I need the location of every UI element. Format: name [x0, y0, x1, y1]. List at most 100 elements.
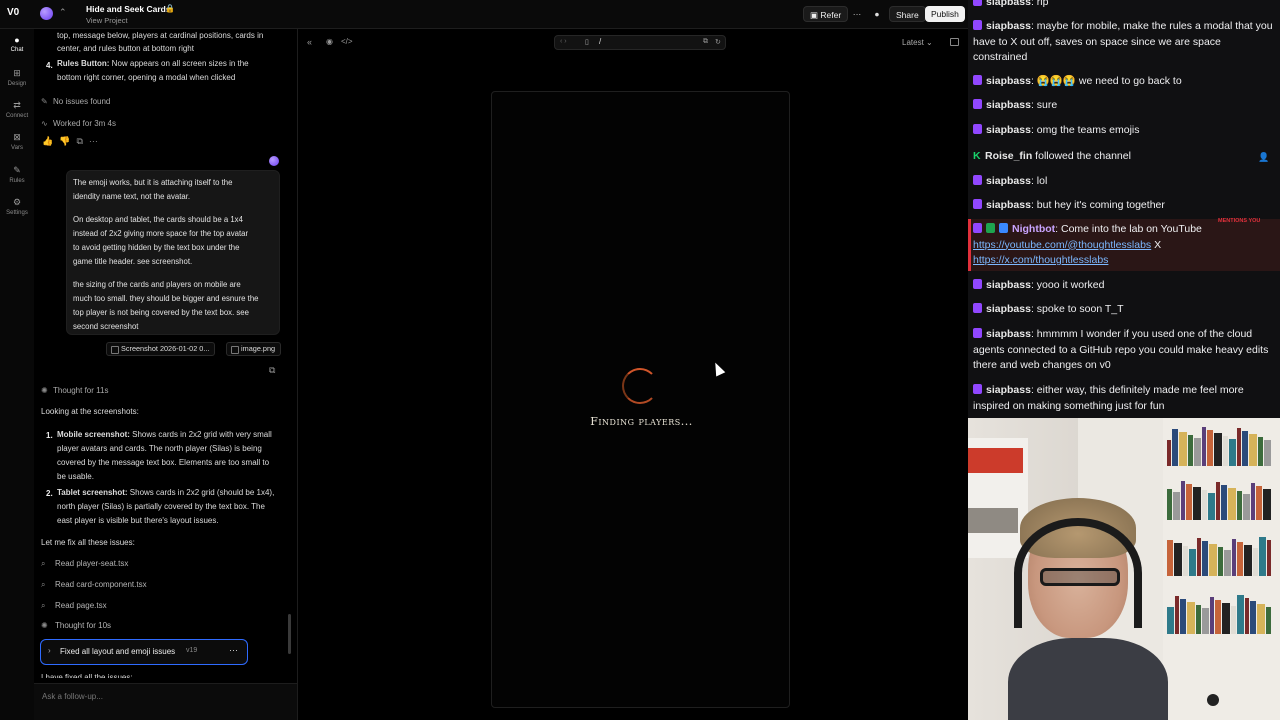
book-spine	[1263, 489, 1271, 520]
copy-icon[interactable]: ⧉	[269, 365, 275, 376]
list-item-title: Mobile screenshot:	[57, 430, 130, 439]
attachment-chip[interactable]: image.png	[226, 342, 282, 356]
layout-icon[interactable]	[950, 38, 959, 46]
assistant-text: Shows cards in 2x2 grid with very small	[132, 430, 272, 439]
preview-url-bar[interactable]: ‹ › ▯ / ⧉ ↻	[554, 35, 726, 50]
worked-for-label: Worked for 3m 4s	[53, 119, 116, 128]
chat-username[interactable]: siapbass	[986, 303, 1031, 315]
publish-button[interactable]: Publish	[925, 6, 965, 22]
code-icon[interactable]: </>	[341, 37, 353, 46]
youtube-link[interactable]: https://youtube.com/@thoughtlesslabs	[973, 239, 1151, 251]
thought-row[interactable]: ✺ Thought for 11s	[41, 386, 108, 395]
thumbs-up-icon[interactable]: 👍	[42, 136, 59, 146]
sub-badge-icon	[973, 0, 982, 6]
refer-label: Refer	[820, 10, 842, 20]
list-item-title: Tablet screenshot:	[57, 488, 128, 497]
book-spine	[1218, 547, 1223, 576]
streamer	[1008, 498, 1168, 720]
chat-username[interactable]: siapbass	[986, 279, 1031, 291]
github-icon[interactable]: ●	[868, 6, 886, 22]
chat-username[interactable]: siapbass	[986, 328, 1031, 340]
stream-chat-panel: siapbass: rip siapbass: maybe for mobile…	[968, 0, 1280, 418]
project-name[interactable]: Hide and Seek Cards	[86, 4, 171, 14]
chat-text: : 😭😭😭 we need to go back to	[1030, 75, 1182, 87]
book-spine	[1186, 484, 1192, 520]
rail-item-rules[interactable]: ✎ Rules	[0, 165, 34, 184]
book-spine	[1266, 607, 1271, 634]
back-forward-icon[interactable]: ‹ ›	[560, 38, 567, 45]
chat-username[interactable]: siapbass	[986, 75, 1031, 87]
sub-badge-icon	[973, 303, 982, 313]
kick-icon: K	[973, 150, 981, 162]
chat-scrollbar[interactable]	[288, 614, 291, 654]
chat-message: siapbass: yooo it worked	[973, 278, 1277, 294]
assistant-text: Shows cards in 2x2 grid (should be 1x4),	[129, 488, 275, 497]
chat-username[interactable]: siapbass	[986, 124, 1031, 136]
chat-username[interactable]: Nightbot	[1012, 223, 1055, 235]
book-spine	[1214, 433, 1222, 466]
preview-panel: « ◉ </> ‹ › ▯ / ⧉ ↻ Latest ⌄ Finding pla…	[298, 29, 968, 720]
tool-read-row[interactable]: ⌕ Read page.tsx	[41, 601, 107, 611]
book-spine	[1237, 542, 1243, 576]
followup-input[interactable]: Ask a follow-up...	[34, 683, 297, 720]
gift-icon: ▣	[810, 10, 821, 20]
book-spine	[1249, 434, 1257, 466]
chat-username[interactable]: siapbass	[986, 175, 1031, 187]
assistant-text: bottom right corner, opening a modal whe…	[57, 73, 236, 82]
chat-username[interactable]: Roise_fin	[985, 150, 1032, 162]
user-text: to avoid getting hidden by the text box …	[73, 243, 240, 252]
book-spine	[1253, 548, 1258, 576]
more-options-icon[interactable]: ···	[848, 6, 866, 22]
chevron-down-icon: ⌄	[926, 38, 933, 47]
refresh-icon[interactable]: ↻	[715, 38, 721, 46]
chat-username[interactable]: siapbass	[986, 0, 1031, 8]
rail-item-chat[interactable]: ● Chat	[0, 35, 34, 53]
attachment-chip[interactable]: Screenshot 2026-01-02 0...	[106, 342, 216, 356]
device-icon[interactable]: ▯	[585, 38, 589, 46]
tool-read-row[interactable]: ⌕ Read card-component.tsx	[41, 580, 147, 590]
version-card[interactable]: › Fixed all layout and emoji issues v19 …	[40, 639, 248, 665]
chat-username[interactable]: siapbass	[986, 99, 1031, 111]
url-path[interactable]: /	[599, 37, 601, 46]
more-icon[interactable]: ···	[229, 645, 238, 655]
chat-username[interactable]: siapbass	[986, 199, 1031, 211]
collapse-icon[interactable]: «	[307, 37, 312, 47]
project-avatar[interactable]	[40, 7, 53, 20]
book-spine	[1202, 427, 1206, 466]
thumbs-down-icon[interactable]: 👎	[59, 136, 76, 146]
thought-row[interactable]: ✺ Thought for 10s	[41, 621, 111, 630]
chat-text: : lol	[1030, 175, 1048, 187]
thought-label: Thought for 11s	[53, 386, 109, 395]
chat-message: siapbass: but hey it's coming together	[973, 198, 1277, 214]
wrench-icon: ✎	[41, 97, 48, 106]
left-nav-rail: ● Chat ⊞ Design ⇄ Connect ⊠ Vars ✎ Rules ⚙ Set…	[0, 29, 34, 720]
book-spine	[1167, 540, 1173, 576]
top-bar: V0 ⌃ Hide and Seek Cards 🔒 View Project …	[0, 0, 968, 29]
view-project-link[interactable]: View Project	[86, 16, 128, 25]
book-spine	[1244, 545, 1252, 576]
tool-read-row[interactable]: ⌕ Read player-seat.tsx	[41, 559, 128, 569]
rail-item-settings[interactable]: ⚙ Settings	[0, 197, 34, 216]
book-spine	[1175, 596, 1179, 634]
x-link[interactable]: https://x.com/thoughtlesslabs	[973, 254, 1108, 266]
refer-button[interactable]: ▣ Refer	[803, 6, 849, 22]
version-dropdown[interactable]: Latest ⌄	[902, 38, 933, 47]
sub-badge-icon	[973, 384, 982, 394]
design-icon: ⊞	[13, 68, 21, 78]
chat-username[interactable]: siapbass	[986, 20, 1031, 32]
user-text: top player is not being covered by the t…	[73, 308, 249, 317]
more-icon[interactable]: ⋯	[89, 136, 104, 146]
share-button[interactable]: Share	[889, 6, 926, 22]
project-switcher-icon[interactable]: ⌃	[59, 7, 67, 18]
rail-item-connect[interactable]: ⇄ Connect	[0, 100, 34, 119]
book-spine	[1232, 539, 1236, 576]
add-user-icon[interactable]: 👤	[1258, 152, 1269, 163]
worked-for-row[interactable]: ∿ Worked for 3m 4s	[41, 119, 116, 128]
eye-icon[interactable]: ◉	[326, 37, 333, 46]
rail-item-design[interactable]: ⊞ Design	[0, 68, 34, 87]
rail-item-vars[interactable]: ⊠ Vars	[0, 132, 34, 151]
v0-logo[interactable]: V0	[7, 7, 25, 21]
chat-username[interactable]: siapbass	[986, 384, 1031, 396]
copy-icon[interactable]: ⧉	[76, 136, 88, 146]
external-link-icon[interactable]: ⧉	[703, 38, 708, 46]
